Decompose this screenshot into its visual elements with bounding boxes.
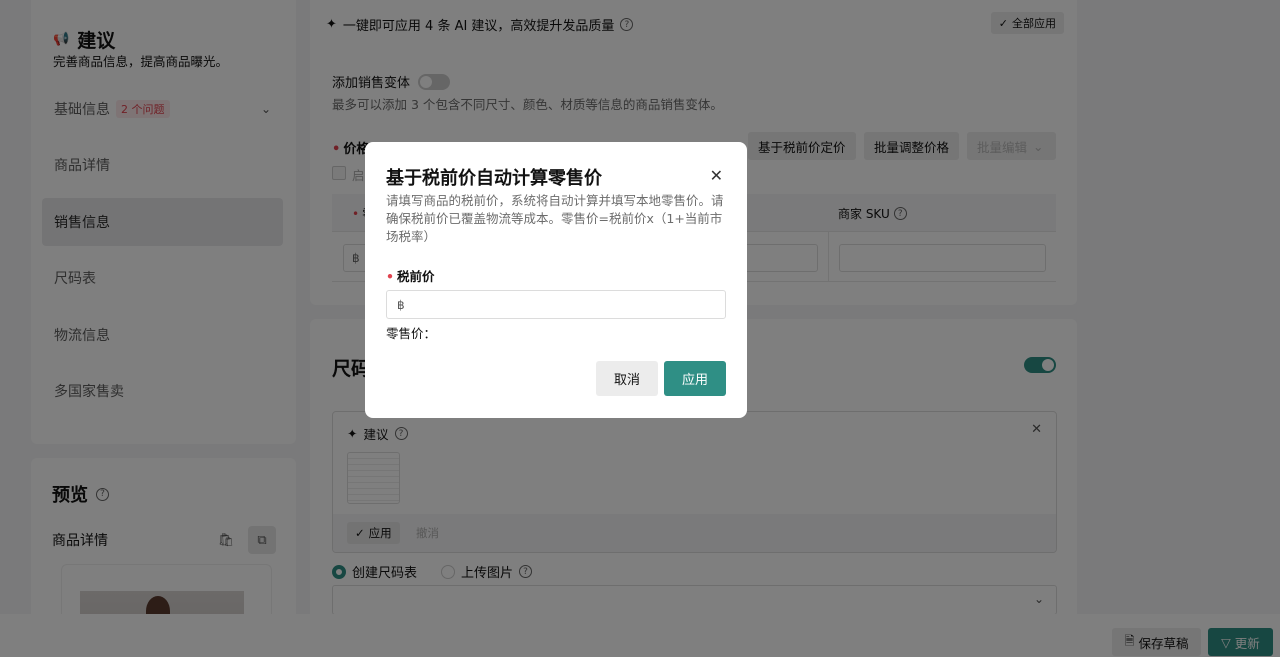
dialog-description: 请填写商品的税前价，系统将自动计算并填写本地零售价。请确保税前价已覆盖物流等成本… [386,193,724,244]
cancel-button[interactable]: 取消 [596,361,658,396]
required-marker: • [386,269,394,284]
close-icon[interactable]: ✕ [710,166,723,185]
apply-button[interactable]: 应用 [664,361,726,396]
pretax-price-label: • 税前价 [386,266,435,285]
dialog-title: 基于税前价自动计算零售价 [386,168,602,189]
retail-price-readout: 零售价： [386,326,437,341]
pretax-price-input[interactable]: ฿ [386,290,726,319]
pretax-price-dialog: 基于税前价自动计算零售价 ✕ 请填写商品的税前价，系统将自动计算并填写本地零售价… [365,142,747,418]
pretax-price-label-text: 税前价 [397,269,435,284]
currency-symbol: ฿ [397,297,405,312]
